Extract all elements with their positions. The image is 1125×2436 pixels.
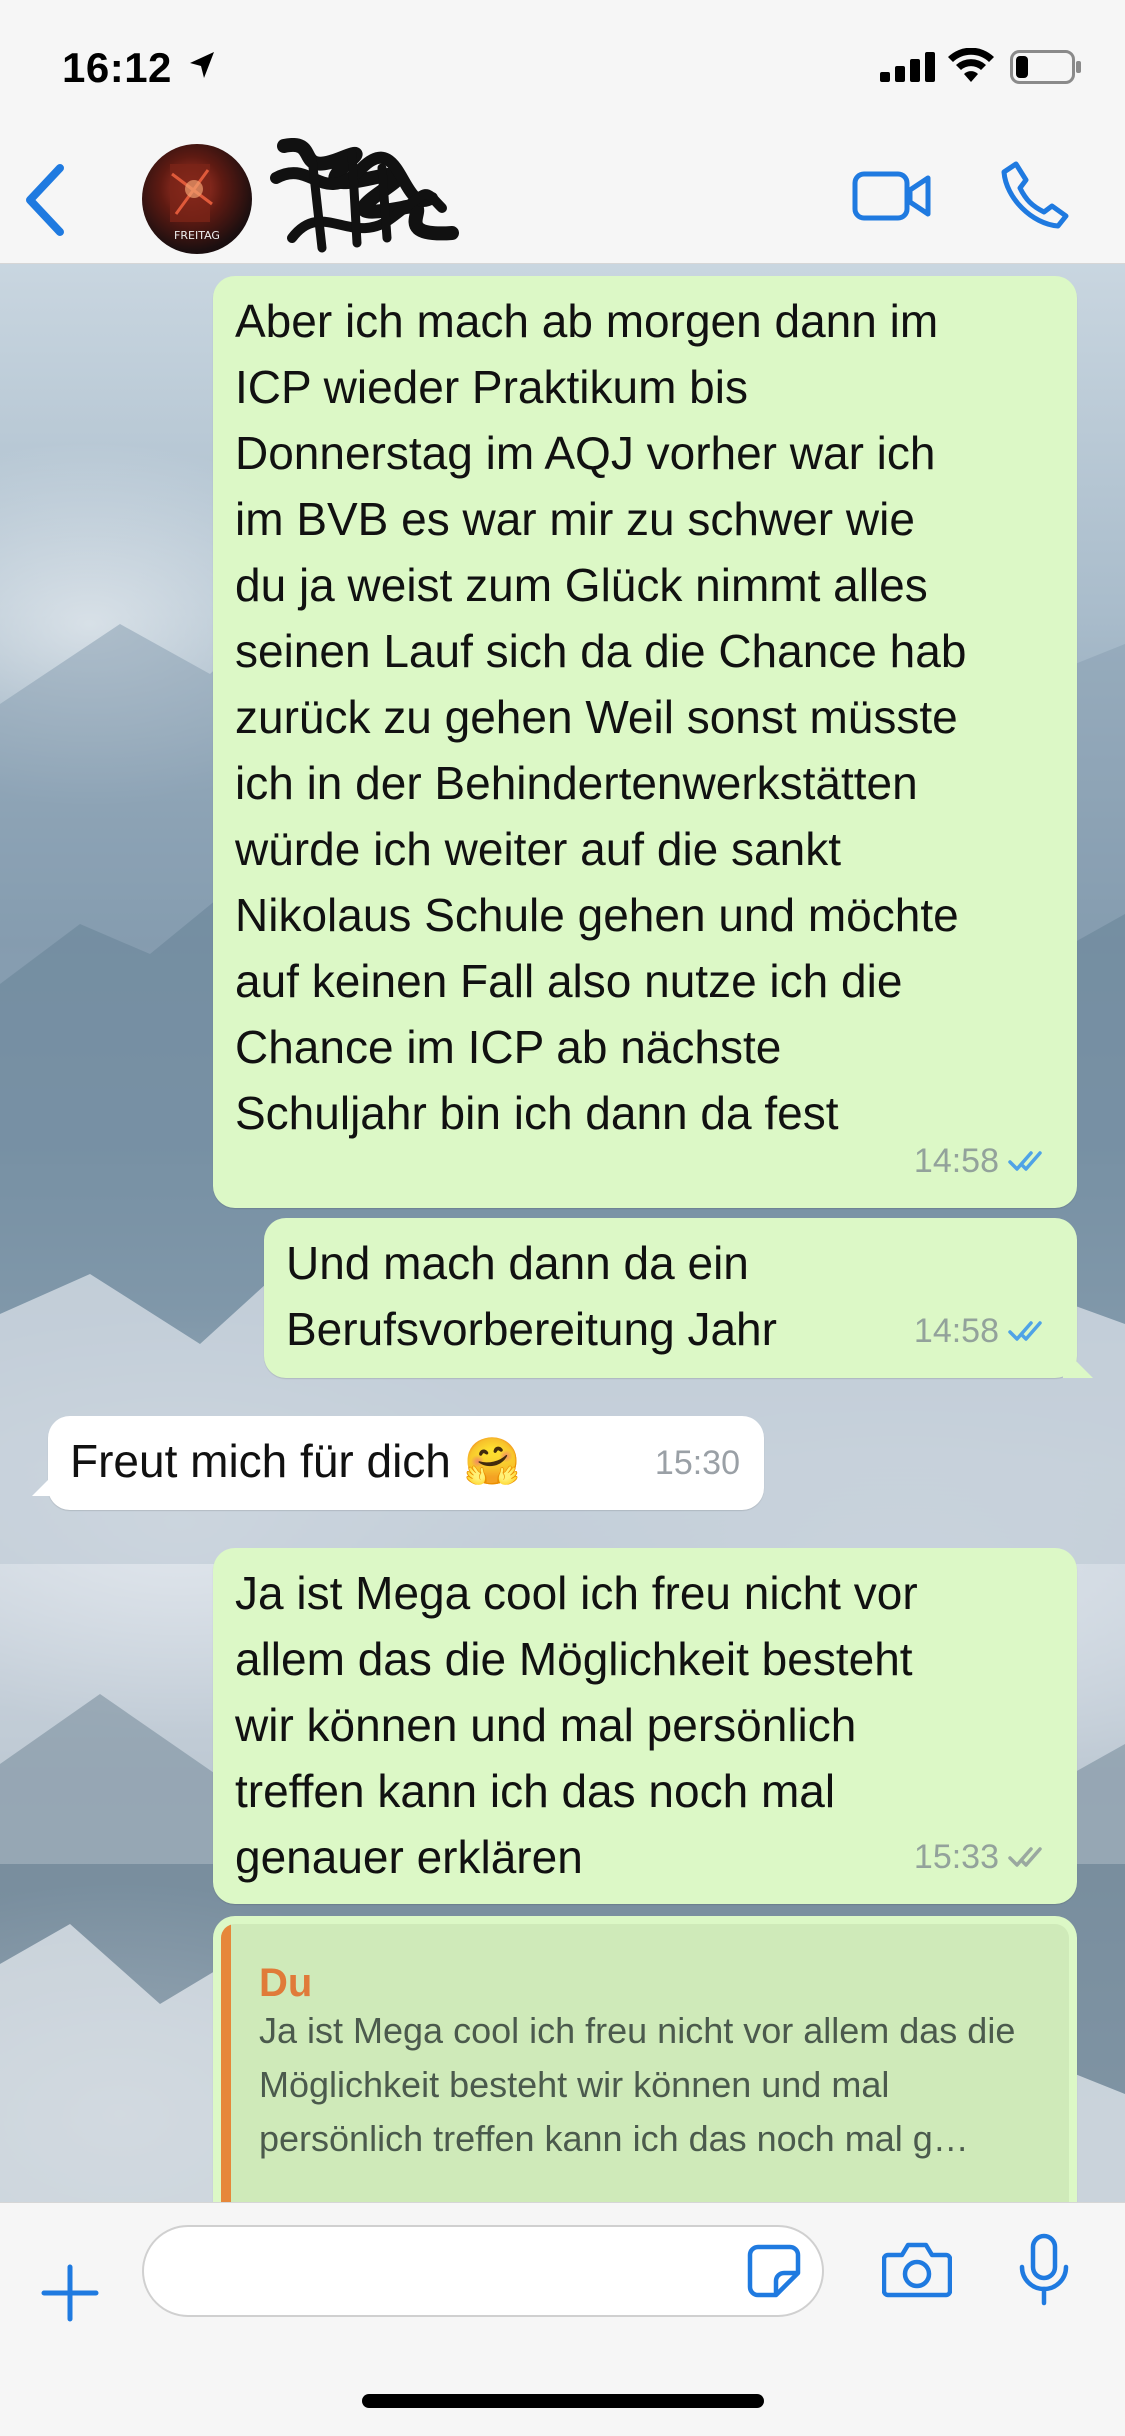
- contact-name-redacted[interactable]: [262, 138, 462, 258]
- double-check-icon: [1008, 1321, 1042, 1341]
- battery-icon: [1010, 50, 1081, 84]
- avatar[interactable]: FREITAG: [142, 144, 252, 254]
- back-chevron-icon[interactable]: [18, 160, 74, 240]
- chat-header: FREITAG: [0, 132, 1125, 264]
- avatar-caption: FREITAG: [174, 229, 220, 242]
- message-text: Aber ich mach ab morgen dann im ICP wied…: [235, 295, 967, 1139]
- message-meta: 15:30: [655, 1430, 740, 1496]
- message-outgoing-reply[interactable]: Du Ja ist Mega cool ich freu nicht vor a…: [213, 1916, 1077, 2202]
- message-meta: 14:58: [914, 1128, 1053, 1194]
- message-incoming[interactable]: Freut mich für dich 🤗 15:30: [32, 1416, 764, 1510]
- quote-text: Ja ist Mega cool ich freu nicht vor alle…: [259, 2010, 1016, 2159]
- location-arrow-icon: [190, 52, 214, 78]
- status-bar: 16:12: [0, 0, 1125, 132]
- quote-accent-bar: [221, 1924, 231, 2202]
- message-time: 15:30: [654, 1444, 740, 1482]
- status-time: 16:12: [62, 44, 172, 91]
- message-time: 14:58: [913, 1142, 999, 1180]
- home-indicator[interactable]: [362, 2394, 764, 2408]
- sticker-icon[interactable]: [746, 2243, 802, 2299]
- camera-icon[interactable]: [882, 2239, 952, 2299]
- message-outgoing[interactable]: Und mach dann da ein Berufsvorbereitung …: [264, 1218, 1093, 1378]
- plus-icon[interactable]: [40, 2263, 100, 2323]
- message-outgoing[interactable]: Aber ich mach ab morgen dann im ICP wied…: [213, 276, 1077, 1208]
- double-check-icon: [1008, 1151, 1042, 1171]
- signal-icon: [880, 52, 935, 82]
- message-outgoing[interactable]: Ja ist Mega cool ich freu nicht vor alle…: [213, 1548, 1077, 1904]
- microphone-icon[interactable]: [1016, 2233, 1072, 2307]
- message-meta: 15:33: [914, 1824, 1053, 1890]
- wifi-icon: [948, 48, 994, 82]
- phone-icon[interactable]: [998, 158, 1070, 230]
- message-meta: 14:58: [914, 1298, 1053, 1364]
- double-check-icon: [1008, 1847, 1042, 1867]
- quoted-message[interactable]: Du Ja ist Mega cool ich freu nicht vor a…: [221, 1924, 1069, 2202]
- message-input[interactable]: [168, 2227, 732, 2317]
- message-input-field[interactable]: [142, 2225, 824, 2317]
- video-call-icon[interactable]: [852, 168, 932, 224]
- message-text: Freut mich für dich 🤗: [70, 1435, 521, 1487]
- message-time: 14:58: [913, 1312, 999, 1350]
- message-time: 15:33: [913, 1838, 999, 1876]
